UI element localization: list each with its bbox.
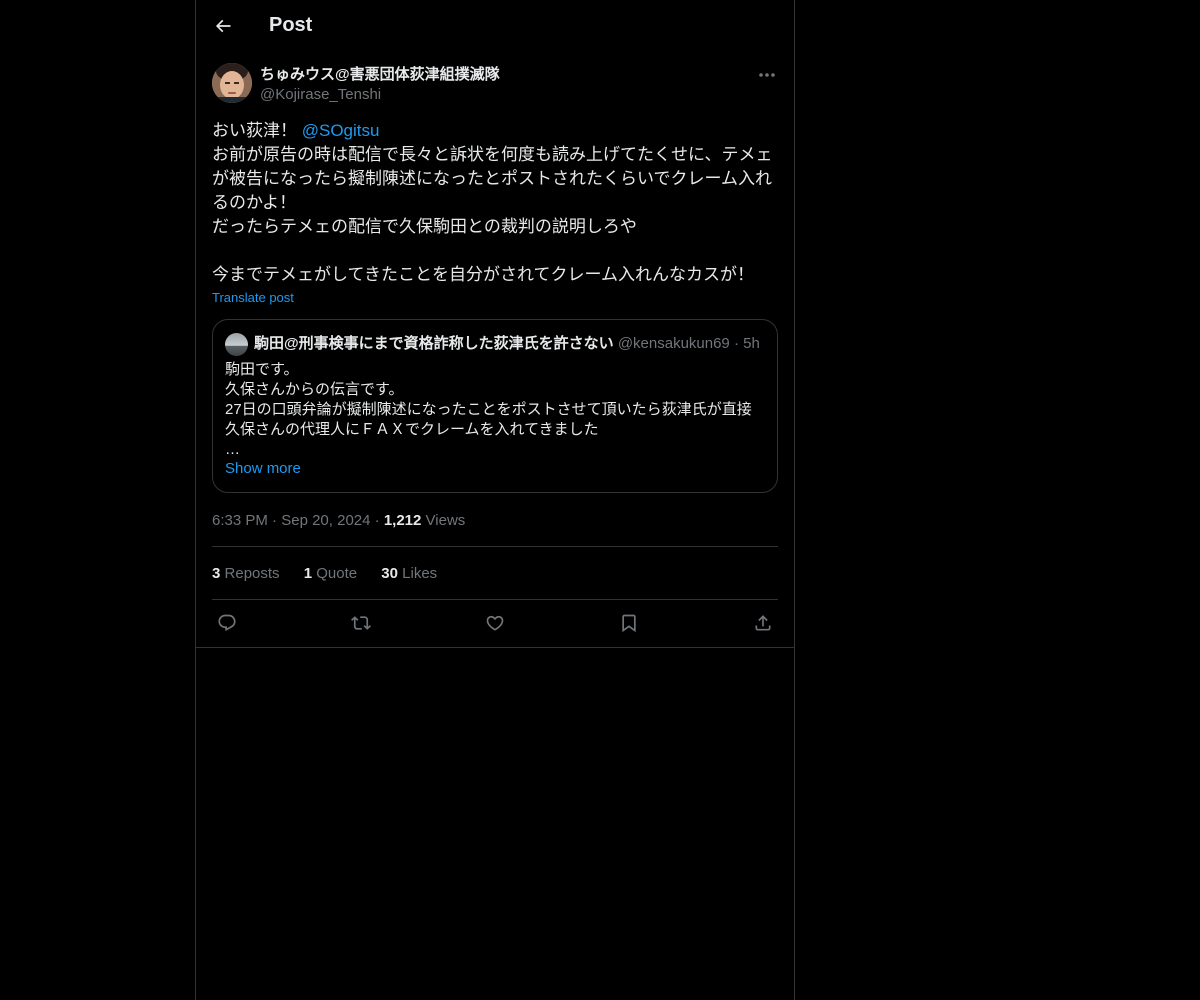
post-date[interactable]: Sep 20, 2024	[281, 512, 370, 529]
quote-line: 久保さんの代理人にＦＡＸでクレームを入れてきました	[225, 421, 599, 438]
quotes-stat[interactable]: 1 Quote	[304, 565, 357, 582]
bookmark-button[interactable]	[614, 610, 644, 636]
post-meta: 6:33 PM · Sep 20, 2024 · 1,212 Views	[212, 511, 465, 531]
engagement-stats: 3 Reposts 1 Quote 30 Likes	[212, 564, 457, 584]
quote-display-name: 駒田@刑事検事にまで資格詐称した荻津氏を許さない	[254, 335, 614, 352]
page-header: Post	[196, 0, 794, 53]
quote-header: 駒田@刑事検事にまで資格詐称した荻津氏を許さない @kensakukun69 ·…	[254, 334, 760, 354]
post-text-line: だったらテメェの配信で久保駒田との裁判の説明しろや	[212, 217, 637, 236]
quote-time: 5h	[743, 335, 760, 352]
quote-line: 27日の口頭弁論が擬制陳述になったことをポストさせて頂いたら荻津氏が直接	[225, 401, 752, 418]
post-text: おい荻津！ @SOgitsu お前が原告の時は配信で長々と訴状を何度も読み上げて…	[212, 119, 778, 287]
likes-stat[interactable]: 30 Likes	[381, 565, 437, 582]
share-button[interactable]	[748, 610, 778, 636]
translate-post-link[interactable]: Translate post	[212, 290, 294, 305]
quote-line: 久保さんからの伝言です。	[225, 381, 404, 398]
divider	[212, 599, 778, 600]
quote-avatar	[225, 333, 248, 356]
likes-label: Likes	[402, 565, 438, 582]
post-time[interactable]: 6:33 PM	[212, 512, 268, 529]
arrow-left-icon	[215, 19, 231, 33]
reposts-label: Reposts	[224, 565, 280, 582]
repost-icon	[351, 616, 371, 630]
page-title: Post	[269, 14, 313, 36]
like-button[interactable]	[480, 610, 510, 636]
quote-handle: @kensakukun69	[617, 335, 730, 352]
more-options-button[interactable]	[756, 65, 778, 85]
quotes-count: 1	[303, 565, 313, 582]
quote-body: 駒田です。 久保さんからの伝言です。 27日の口頭弁論が擬制陳述になったことをポ…	[225, 360, 765, 460]
quote-line: …	[225, 441, 240, 458]
post-text-prefix: おい荻津！	[212, 121, 302, 140]
show-more-link[interactable]: Show more	[225, 460, 301, 477]
bookmark-icon	[622, 614, 636, 633]
user-handle[interactable]: @Kojirase_Tenshi	[260, 85, 500, 105]
quotes-label: Quote	[316, 565, 358, 582]
post-text-line: お前が原告の時は配信で長々と訴状を何度も読み上げてたくせに、テメェ	[212, 145, 773, 164]
display-name[interactable]: ちゅみウス@害悪団体荻津組撲滅隊	[260, 65, 500, 85]
likes-count: 30	[381, 565, 398, 582]
meta-separator: ·	[272, 512, 278, 529]
share-icon	[755, 615, 771, 631]
reply-icon	[218, 614, 236, 632]
action-bar	[212, 610, 778, 636]
post-text-line: 今までテメェがしてきたことを自分がされてクレーム入れんなカスが！	[212, 265, 754, 284]
quote-separator: ·	[733, 335, 739, 352]
views-label: Views	[425, 512, 466, 529]
views-count: 1,212	[383, 512, 422, 529]
reply-button[interactable]	[212, 610, 242, 636]
repost-button[interactable]	[346, 610, 376, 636]
post-text-line: おい荻津！ @SOgitsu	[212, 119, 778, 143]
more-icon	[759, 73, 775, 77]
back-button[interactable]	[208, 11, 238, 41]
meta-separator: ·	[374, 512, 380, 529]
reposts-count: 3	[212, 565, 221, 582]
divider	[212, 546, 778, 547]
mention-link[interactable]: @SOgitsu	[302, 121, 380, 140]
avatar[interactable]	[212, 63, 252, 103]
main-column: Post ちゅみウス@害悪団体荻津組撲滅隊 @Kojirase_Tenshi お…	[195, 0, 795, 1000]
quote-line: 駒田です。	[225, 361, 299, 378]
post-text-blank	[212, 239, 778, 263]
like-icon	[486, 615, 504, 631]
user-info: ちゅみウス@害悪団体荻津組撲滅隊 @Kojirase_Tenshi	[260, 65, 500, 105]
post-text-line: るのかよ！	[212, 193, 297, 212]
quoted-post[interactable]: 駒田@刑事検事にまで資格詐称した荻津氏を許さない @kensakukun69 ·…	[212, 319, 778, 493]
post-bottom-border	[196, 647, 794, 648]
reposts-stat[interactable]: 3 Reposts	[212, 565, 280, 582]
post-text-line: が被告になったら擬制陳述になったとポストされたくらいでクレーム入れ	[212, 169, 772, 188]
